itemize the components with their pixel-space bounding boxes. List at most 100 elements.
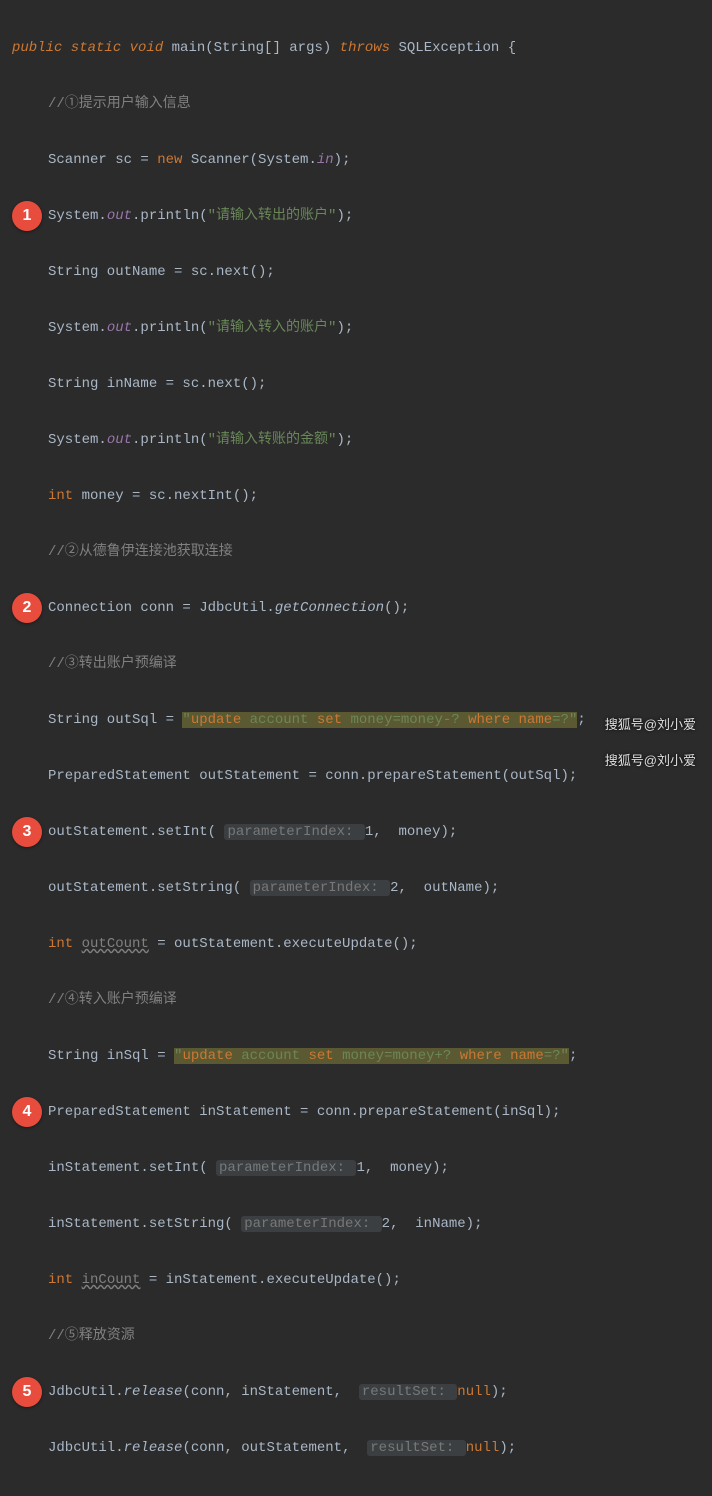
text: PreparedStatement outStatement = conn.pr… — [48, 768, 577, 784]
text: (conn, inStatement, — [182, 1384, 358, 1400]
sql-where: where — [468, 712, 518, 728]
kw-int: int — [48, 936, 82, 952]
text: (conn, outStatement, — [182, 1440, 367, 1456]
text: = inStatement.executeUpdate(); — [140, 1272, 400, 1288]
sql-quote: " — [182, 712, 190, 728]
unused-var: outCount — [82, 936, 149, 952]
code-line: String outSql = "update account set mone… — [6, 706, 706, 734]
text: inStatement.setString( — [48, 1216, 241, 1232]
step-badge-4: 4 — [12, 1097, 42, 1127]
text: ); — [336, 432, 353, 448]
code-line: inStatement.setInt( parameterIndex: 1, m… — [6, 1154, 706, 1182]
text: ); — [491, 1384, 508, 1400]
text: JdbcUtil. — [48, 1440, 124, 1456]
step-badge-1: 1 — [12, 201, 42, 231]
sql-text: =? — [552, 712, 569, 728]
text: Connection conn = JdbcUtil. — [48, 600, 275, 616]
watermark: 搜狐号@刘小爱 — [605, 750, 696, 769]
code-line: String outName = sc.next(); — [6, 258, 706, 286]
kw-null: null — [457, 1384, 491, 1400]
sql-update: update — [191, 712, 250, 728]
text: PreparedStatement inStatement = conn.pre… — [48, 1104, 560, 1120]
param-hint: resultSet: — [367, 1440, 465, 1456]
sql-name: name — [510, 1048, 544, 1064]
param-hint: resultSet: — [359, 1384, 457, 1400]
params: (String[] args) — [205, 40, 339, 56]
step-badge-2: 2 — [12, 593, 42, 623]
text: 1 — [356, 1160, 364, 1176]
watermark: 搜狐号@刘小爱 — [605, 714, 696, 733]
text: .println( — [132, 432, 208, 448]
code-line: outStatement.setString( parameterIndex: … — [6, 874, 706, 902]
param-hint: parameterIndex: — [224, 824, 364, 840]
text: String outSql = — [48, 712, 182, 728]
string-literal: "请输入转账的金额" — [208, 432, 337, 448]
text: Scanner sc = — [48, 152, 157, 168]
text: ; — [569, 1048, 577, 1064]
text: (); — [384, 600, 409, 616]
code-line: //④转入账户预编译 — [6, 986, 706, 1014]
code-line: inStatement.setString( parameterIndex: 2… — [6, 1210, 706, 1238]
text: ); — [336, 208, 353, 224]
code-line: int money = sc.nextInt(); — [6, 482, 706, 510]
code-line: PreparedStatement outStatement = conn.pr… — [6, 762, 706, 790]
code-line: //②从德鲁伊连接池获取连接 — [6, 538, 706, 566]
code-line: int outCount = outStatement.executeUpdat… — [6, 930, 706, 958]
text: , outName); — [398, 880, 499, 896]
sql-text: money=money+? — [342, 1048, 460, 1064]
text: System. — [48, 320, 107, 336]
text: inStatement.setInt( — [48, 1160, 216, 1176]
text: System. — [48, 432, 107, 448]
text: Scanner(System. — [191, 152, 317, 168]
code-line: String inSql = "update account set money… — [6, 1042, 706, 1070]
param-hint: parameterIndex: — [241, 1216, 381, 1232]
code-line: int inCount = inStatement.executeUpdate(… — [6, 1266, 706, 1294]
kw-int: int — [48, 488, 82, 504]
text: .println( — [132, 208, 208, 224]
code-line: System.out.println("请输入转入的账户"); — [6, 314, 706, 342]
sql-where: where — [460, 1048, 510, 1064]
text: 1 — [365, 824, 373, 840]
sql-text: money=money-? — [350, 712, 468, 728]
step-badge-3: 3 — [12, 817, 42, 847]
text: 2 — [390, 880, 398, 896]
text: outStatement.setString( — [48, 880, 250, 896]
sql-text: account — [241, 1048, 308, 1064]
sql-quote: " — [561, 1048, 569, 1064]
text: 2 — [382, 1216, 390, 1232]
code-line: 1System.out.println("请输入转出的账户"); — [6, 202, 706, 230]
brace: { — [508, 40, 516, 56]
field-out: out — [107, 208, 132, 224]
text: JdbcUtil. — [48, 1384, 124, 1400]
text: ); — [499, 1440, 516, 1456]
comment: //②从德鲁伊连接池获取连接 — [48, 544, 233, 560]
text: , inName); — [390, 1216, 482, 1232]
text: .println( — [132, 320, 208, 336]
code-line: //③转出账户预编译 — [6, 650, 706, 678]
code-line: System.out.println("请输入转账的金额"); — [6, 426, 706, 454]
kw-null: null — [466, 1440, 500, 1456]
unused-var: inCount — [82, 1272, 141, 1288]
param-hint: parameterIndex: — [216, 1160, 356, 1176]
text: String inSql = — [48, 1048, 174, 1064]
sql-update: update — [182, 1048, 241, 1064]
comment: //③转出账户预编译 — [48, 656, 177, 672]
comment: //①提示用户输入信息 — [48, 96, 191, 112]
code-line: 4 PreparedStatement inStatement = conn.pr… — [6, 1098, 706, 1126]
code-line: //①提示用户输入信息 — [6, 90, 706, 118]
code-line: 5JdbcUtil.release(conn, inStatement, res… — [6, 1378, 706, 1406]
kw-new: new — [157, 152, 191, 168]
method-name: main — [172, 40, 206, 56]
text: outStatement.setInt( — [48, 824, 224, 840]
kw-public-static-void: public static void — [12, 40, 172, 56]
code-line: Scanner sc = new Scanner(System.in); — [6, 146, 706, 174]
text: ; — [577, 712, 585, 728]
sql-text: account — [250, 712, 317, 728]
code-line: String inName = sc.next(); — [6, 370, 706, 398]
param-hint: parameterIndex: — [250, 880, 390, 896]
text: money = sc.nextInt(); — [82, 488, 258, 504]
field-out: out — [107, 432, 132, 448]
kw-throws: throws — [340, 40, 399, 56]
code-line: 3outStatement.setInt( parameterIndex: 1,… — [6, 818, 706, 846]
text: ); — [336, 320, 353, 336]
